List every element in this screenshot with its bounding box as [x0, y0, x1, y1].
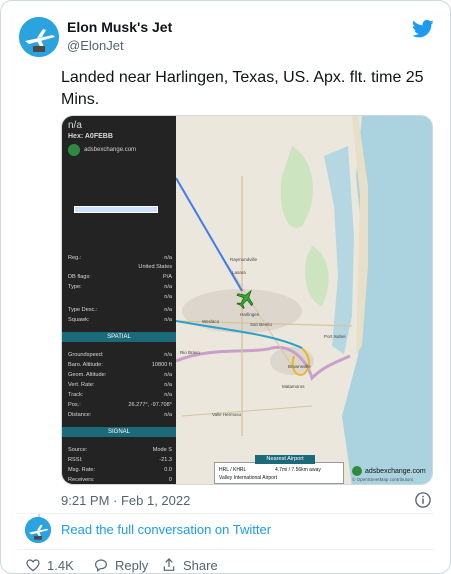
info-row: Type: n/a [68, 284, 172, 290]
adsb-brand: adsbexchange.com [352, 466, 426, 476]
svg-text:Port Isabel: Port Isabel [324, 334, 346, 339]
svg-text:Rio Bravo: Rio Bravo [180, 350, 200, 355]
info-row: n/a [164, 294, 172, 300]
reply-icon [95, 559, 107, 572]
nearest-airport-header: Nearest Airport [255, 455, 315, 464]
adsb-brand-logo-icon [352, 466, 362, 476]
divider [17, 513, 434, 514]
info-row: Distance: n/a [68, 412, 172, 418]
jet-avatar-icon [19, 17, 59, 57]
nearest-airport-box: Nearest Airport HRL / KHRL 4.7mi / 7.56k… [214, 455, 344, 484]
map-attribution[interactable]: © OpenStreetMap contributors [352, 477, 413, 482]
adsb-site-label: adsbexchange.com [84, 147, 137, 153]
tweet-card: Elon Musk's Jet @ElonJet Landed near Har… [0, 0, 451, 574]
info-row: Receivers: 0 [68, 477, 172, 483]
info-row: Type Desc.: n/a [68, 307, 172, 313]
info-row: DB flags: P/A [68, 274, 172, 280]
info-row: Groundspeed: n/a [68, 352, 172, 358]
section-signal: SIGNAL [62, 427, 176, 437]
info-row: RSSI: -21.3 [68, 457, 172, 463]
svg-text:Weslaco: Weslaco [202, 319, 220, 324]
author-avatar-small[interactable] [25, 517, 51, 543]
info-row: Geom. Altitude: n/a [68, 372, 172, 378]
tweet-timestamp[interactable]: 9:21 PM · Feb 1, 2022 [61, 493, 190, 508]
info-row: Msg. Rate: 0.0 [68, 467, 172, 473]
tweet-media-map[interactable]: Raymondville Lasara Harlingen San Benito… [61, 115, 433, 485]
hex-value: A0FEBB [84, 133, 113, 140]
reply-button[interactable]: Reply [93, 557, 148, 573]
info-row: Squawk: n/a [68, 317, 172, 323]
info-row: United States [138, 264, 172, 270]
svg-text:Lasara: Lasara [232, 270, 246, 275]
jet-avatar-icon [25, 517, 51, 543]
tweet-text: Landed near Harlingen, Texas, US. Apx. f… [61, 69, 424, 108]
reply-label: Reply [115, 557, 149, 573]
author-name[interactable]: Elon Musk's Jet [67, 19, 172, 35]
info-icon[interactable] [414, 491, 432, 509]
airport-code: HRL / KHRL [219, 467, 247, 473]
airport-name: Valley International Airport [219, 475, 277, 481]
airport-distance: 4.7mi / 7.56km away [275, 467, 321, 473]
section-spatial: SPATIAL [62, 332, 176, 342]
info-row: Pos.: 26.277°, -97.708° [68, 402, 172, 408]
heart-icon [26, 559, 40, 572]
share-label: Share [183, 557, 218, 573]
read-conversation-link[interactable]: Read the full conversation on Twitter [61, 522, 271, 537]
svg-text:Brownsville: Brownsville [288, 364, 311, 369]
svg-text:Raymondville: Raymondville [230, 257, 258, 262]
adsb-site-link[interactable]: adsbexchange.com [68, 144, 136, 156]
share-icon [163, 558, 175, 571]
svg-text:San Benito: San Benito [250, 322, 273, 327]
author-avatar[interactable] [19, 17, 59, 57]
divider [17, 549, 434, 550]
aircraft-title: n/a [68, 120, 82, 131]
share-button[interactable]: Share [161, 557, 218, 573]
adsb-logo-icon [68, 144, 80, 156]
svg-text:Matamoros: Matamoros [282, 384, 305, 389]
author-handle[interactable]: @ElonJet [67, 38, 124, 53]
info-row: Source: Mode S [68, 447, 172, 453]
like-count: 1.4K [47, 557, 74, 573]
redacted-bar [74, 206, 158, 213]
twitter-bird-icon[interactable] [412, 19, 434, 39]
hex-row: Hex: A0FEBB [68, 133, 113, 140]
info-row: Vert. Rate: n/a [68, 382, 172, 388]
hex-label: Hex: [68, 133, 84, 140]
info-row: Baro. Altitude: 10800 ft [68, 362, 172, 368]
info-row: Track: n/a [68, 392, 172, 398]
svg-text:Harlingen: Harlingen [240, 312, 260, 317]
svg-text:Valle Hermoso: Valle Hermoso [212, 412, 242, 417]
aircraft-info-panel: n/a Hex: A0FEBB adsbexchange.com Reg.: n/… [62, 116, 176, 484]
adsb-brand-label: adsbexchange.com [365, 467, 426, 475]
like-button[interactable]: 1.4K [25, 557, 74, 573]
info-row: Reg.: n/a [68, 255, 172, 261]
